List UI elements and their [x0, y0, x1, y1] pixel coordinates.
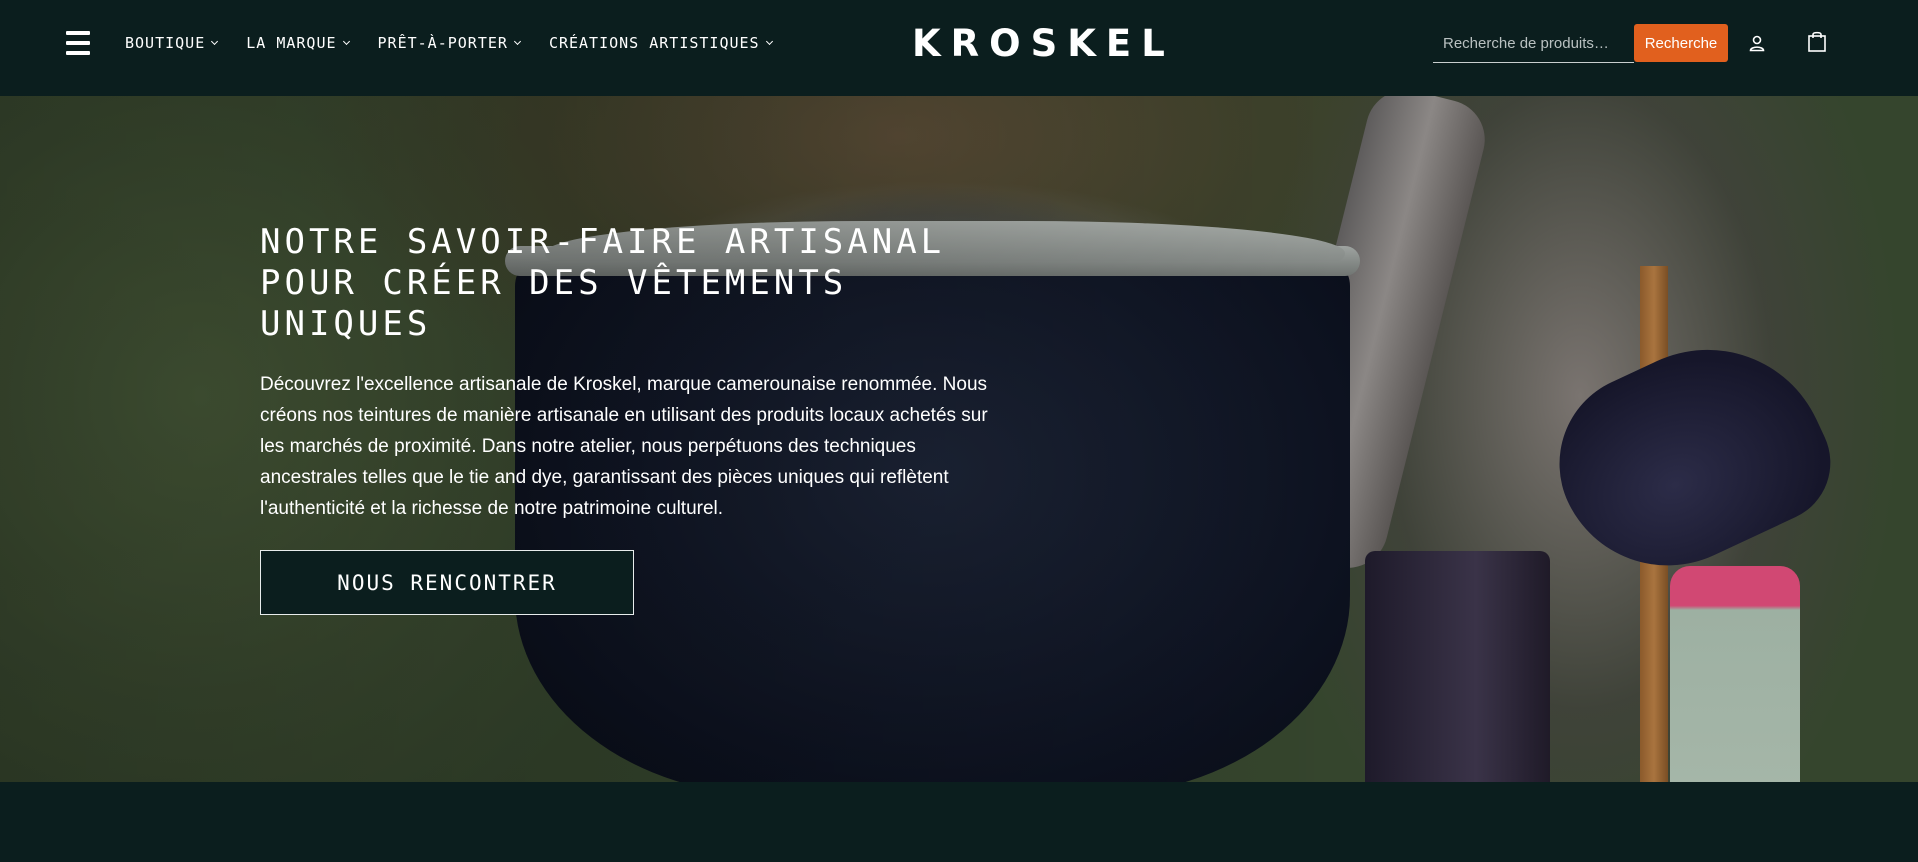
nav-item-boutique[interactable]: BOUTIQUE: [125, 34, 219, 52]
hamburger-menu-icon[interactable]: [66, 31, 90, 55]
search-form: Recherche: [1433, 24, 1728, 63]
main-nav: BOUTIQUE LA MARQUE PRÊT-À-PORTER CRÉATIO…: [125, 0, 801, 86]
nav-item-label: PRÊT-À-PORTER: [377, 34, 508, 52]
chevron-down-icon: [211, 37, 219, 46]
chevron-down-icon: [342, 37, 350, 46]
nav-item-creations-artistiques[interactable]: CRÉATIONS ARTISTIQUES: [548, 34, 773, 52]
brand-logo[interactable]: KROSKEL: [912, 22, 1175, 65]
hero-title: Notre savoir-faire artisanal pour créer …: [260, 222, 946, 344]
nav-item-label: LA MARQUE: [246, 34, 337, 52]
user-icon[interactable]: [1745, 31, 1769, 55]
nav-item-la-marque[interactable]: LA MARQUE: [246, 34, 350, 52]
chevron-down-icon: [513, 37, 521, 46]
nav-item-label: CRÉATIONS ARTISTIQUES: [548, 34, 760, 52]
search-button[interactable]: Recherche: [1634, 24, 1728, 62]
logo-text: KROSKEL: [912, 21, 1175, 65]
chevron-down-icon: [765, 37, 773, 46]
site-header: BOUTIQUE LA MARQUE PRÊT-À-PORTER CRÉATIO…: [0, 0, 1918, 96]
meet-us-button[interactable]: NOUS RENCONTRER: [260, 550, 634, 615]
nav-item-label: BOUTIQUE: [125, 34, 206, 52]
next-section: [0, 782, 1918, 862]
shopping-bag-icon[interactable]: [1805, 29, 1829, 53]
meet-us-button-label: NOUS RENCONTRER: [337, 570, 557, 595]
hero-section: Notre savoir-faire artisanal pour créer …: [0, 96, 1918, 782]
search-input[interactable]: [1433, 24, 1634, 63]
hero-content: Notre savoir-faire artisanal pour créer …: [260, 222, 1000, 615]
nav-item-pret-a-porter[interactable]: PRÊT-À-PORTER: [377, 34, 521, 52]
hero-description: Découvrez l'excellence artisanale de Kro…: [260, 374, 988, 519]
